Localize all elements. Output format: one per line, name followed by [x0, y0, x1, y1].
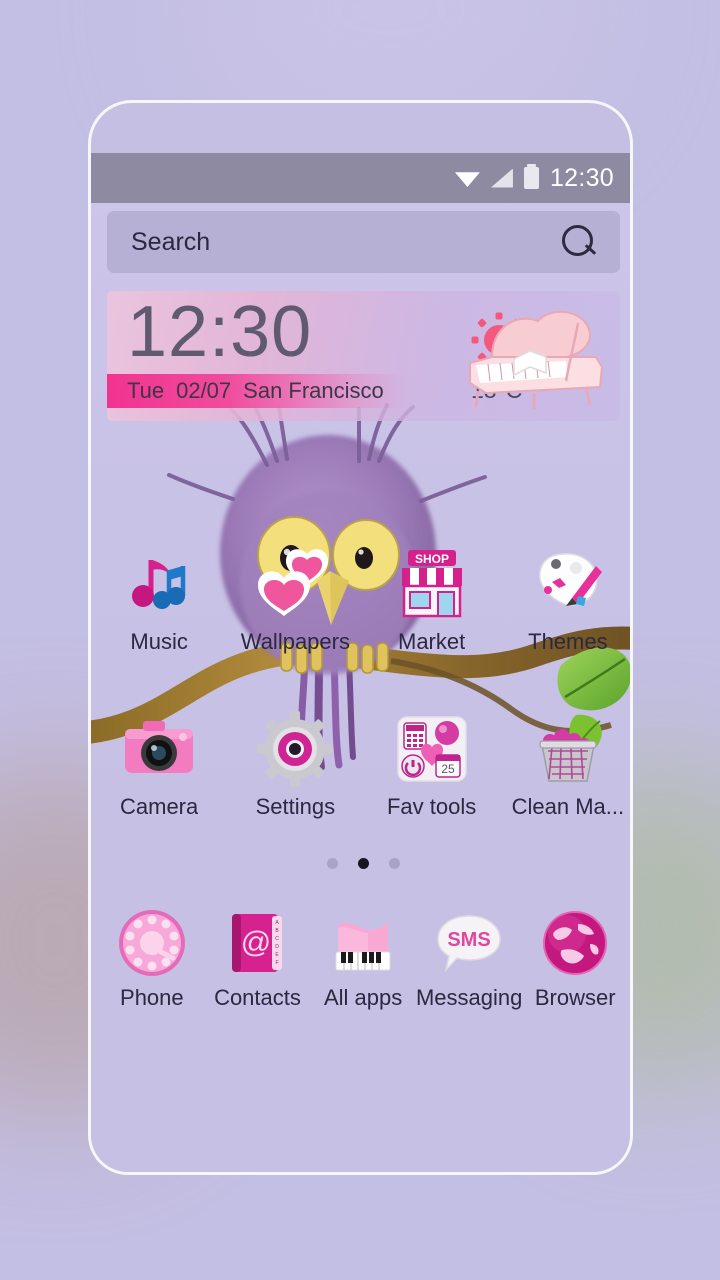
gear-icon[interactable]	[257, 711, 334, 787]
clock-weather-widget[interactable]: 12:30 Tue 02/07 San Francisco	[107, 291, 620, 421]
wifi-icon	[454, 172, 480, 187]
widget-date: 02/07	[176, 378, 232, 403]
app-label: Music	[130, 629, 188, 654]
palette-brush-icon[interactable]	[530, 546, 606, 622]
app-camera[interactable]: Camera	[91, 711, 227, 820]
app-music[interactable]: Music	[91, 546, 227, 655]
dock-item-messaging[interactable]: SMS Messaging	[416, 908, 522, 1011]
battery-icon	[523, 164, 539, 189]
status-bar-clock: 12:30	[549, 163, 614, 192]
dock-item-contacts[interactable]: A B C D E F @ Contacts	[205, 908, 311, 1011]
search-bar[interactable]: Search	[107, 211, 620, 273]
svg-text:@: @	[241, 926, 271, 959]
address-book-icon[interactable]: A B C D E F @	[222, 908, 292, 978]
app-fav-tools[interactable]: 25 Fav tools	[364, 711, 500, 820]
sms-bubble-icon[interactable]: SMS	[434, 908, 504, 978]
music-notes-icon[interactable]	[121, 546, 197, 622]
app-themes[interactable]: Themes	[500, 546, 630, 655]
app-label: Settings	[255, 794, 336, 819]
globe-icon[interactable]	[540, 908, 610, 978]
dock-item-browser[interactable]: Browser	[522, 908, 628, 1011]
svg-text:SMS: SMS	[447, 929, 490, 951]
dock: Phone A B C D E F @ Contacts All apps SM…	[91, 908, 630, 1011]
trash-bin-icon[interactable]	[530, 711, 606, 787]
dock-label: Phone	[120, 985, 184, 1010]
home-grid-row-2: Camera Settings 25 Fav tools Clean Ma...	[91, 711, 630, 820]
svg-text:C: C	[276, 936, 280, 942]
app-clean-master[interactable]: Clean Ma...	[500, 711, 630, 820]
app-label: Clean Ma...	[511, 794, 625, 819]
page-backdrop: 12:30 Search 12:30 Tue 02/07 San Francis…	[0, 0, 720, 1280]
app-market[interactable]: SHOP Market	[364, 546, 500, 655]
svg-text:F: F	[276, 960, 279, 966]
dock-item-all-apps[interactable]: All apps	[310, 908, 416, 1011]
app-wallpapers[interactable]: Wallpapers	[227, 546, 363, 655]
search-input[interactable]: Search	[131, 228, 560, 257]
signal-icon	[490, 168, 513, 188]
page-dot[interactable]	[327, 858, 338, 869]
app-settings[interactable]: Settings	[227, 711, 363, 820]
hearts-icon[interactable]	[257, 546, 333, 622]
page-dot-active[interactable]	[358, 858, 369, 869]
phone-frame: 12:30 Search 12:30 Tue 02/07 San Francis…	[88, 100, 633, 1175]
widget-date-strip: Tue 02/07 San Francisco	[107, 374, 407, 408]
dock-label: Messaging	[415, 985, 523, 1010]
app-label: Themes	[528, 629, 608, 654]
status-bar: 12:30	[91, 153, 630, 203]
folder-tools-icon[interactable]: 25	[394, 711, 470, 787]
fav-tools-badge: 25	[441, 762, 455, 776]
app-label: Market	[398, 629, 466, 654]
shop-storefront-icon[interactable]: SHOP	[394, 546, 470, 622]
svg-text:D: D	[276, 944, 280, 950]
rotary-dial-icon[interactable]	[117, 908, 187, 978]
piano-icon[interactable]	[328, 908, 398, 978]
widget-time: 12:30	[127, 292, 313, 372]
heart-piano-illustration	[469, 310, 604, 409]
svg-text:SHOP: SHOP	[415, 552, 449, 566]
widget-city: San Francisco	[243, 378, 384, 403]
home-grid-row-1: Music Wallpapers SHOP Market Themes	[91, 546, 630, 655]
dock-item-phone[interactable]: Phone	[99, 908, 205, 1011]
phone-screen: 12:30 Search 12:30 Tue 02/07 San Francis…	[91, 153, 630, 1172]
camera-icon[interactable]	[121, 711, 197, 787]
app-label: Fav tools	[386, 794, 477, 819]
page-dot[interactable]	[389, 858, 400, 869]
widget-day: Tue	[127, 378, 165, 403]
dock-label: Browser	[534, 985, 616, 1010]
app-label: Camera	[120, 794, 199, 819]
dock-label: All apps	[324, 985, 403, 1010]
page-indicator[interactable]	[91, 858, 630, 869]
dock-label: Contacts	[214, 985, 301, 1010]
search-icon[interactable]	[560, 223, 598, 261]
app-label: Wallpapers	[240, 629, 350, 654]
